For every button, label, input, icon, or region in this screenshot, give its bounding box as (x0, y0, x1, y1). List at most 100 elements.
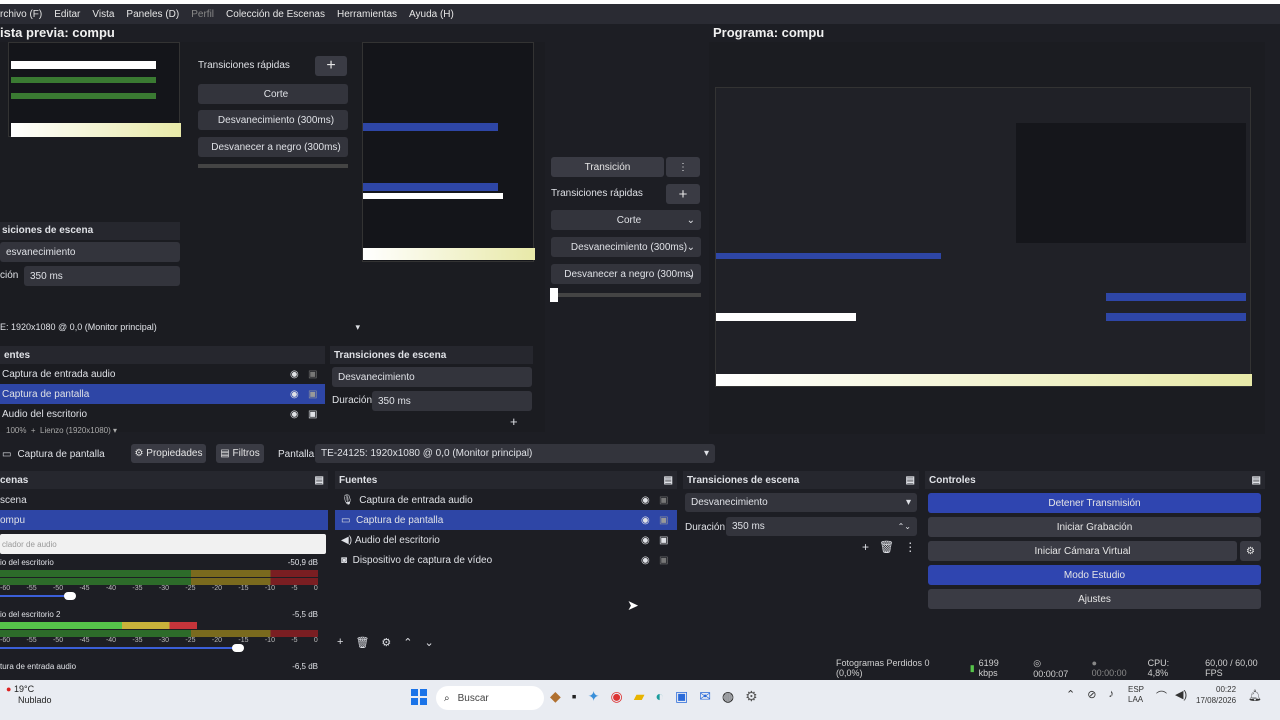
preview-canvas[interactable]: Transiciones rápidas + Corte Desvanecimi… (0, 42, 545, 435)
chevron-up-icon[interactable]: ⌃ (403, 636, 412, 649)
store-icon[interactable]: ▣ (675, 688, 688, 705)
network-icon[interactable]: ⊘ (1087, 688, 1096, 701)
lock-icon[interactable]: ▣ (659, 535, 668, 546)
gear-icon[interactable]: ⚙ (381, 636, 391, 649)
microphone-icon: 🎙︎ (341, 494, 354, 506)
trash-icon[interactable]: 🗑︎ (355, 636, 369, 649)
nested-option-fade[interactable]: Desvanecimiento (300ms) (198, 110, 348, 130)
scene-item[interactable]: scena (0, 490, 328, 510)
add-icon[interactable]: + (862, 540, 869, 554)
language-indicator[interactable]: ESP LAA (1128, 685, 1144, 705)
menu-view[interactable]: Vista (92, 9, 114, 20)
settings-button[interactable]: Ajustes (928, 589, 1261, 609)
wifi-icon[interactable]: ⌒ (1156, 688, 1167, 704)
lock-icon[interactable]: ▣ (659, 495, 668, 506)
add-quick-transition-button[interactable]: + (666, 184, 700, 204)
nested-tbar[interactable] (198, 164, 348, 168)
nested-duration-field[interactable]: 350 ms (24, 266, 180, 286)
nested-fade-select[interactable]: esvanecimiento (0, 242, 180, 262)
mail-icon[interactable]: ✉ (699, 688, 711, 705)
scene-item[interactable]: ompu (0, 510, 328, 530)
lock-icon[interactable]: ▣ (308, 409, 317, 420)
source-row[interactable]: ▭ Captura de pantalla ◉ ▣ (335, 510, 677, 530)
nested-duration-field2[interactable]: 350 ms (372, 391, 532, 411)
menu-tools[interactable]: Herramientas (337, 9, 397, 20)
dock-menu-icon[interactable]: ▤ (664, 475, 673, 486)
lock-icon[interactable]: ▣ (659, 515, 668, 526)
plus-icon[interactable]: + (510, 414, 518, 429)
display-select[interactable]: TE-24125: 1920x1080 @ 0,0 (Monitor princ… (315, 444, 715, 463)
volume-icon[interactable]: ◀) (1175, 688, 1187, 704)
stop-stream-button[interactable]: Detener Transmisión (928, 493, 1261, 513)
copilot-icon[interactable]: ✦ (588, 688, 600, 705)
chrome-icon[interactable]: ◉ (610, 688, 622, 705)
source-row[interactable]: ◙ Dispositivo de captura de vídeo ◉ ▣ (335, 550, 677, 570)
microphone-icon[interactable]: ♪ (1108, 688, 1114, 701)
clock[interactable]: 00:22 17/08/2026 (1196, 684, 1236, 706)
eye-icon[interactable]: ◉ (290, 369, 299, 380)
nested-source-row[interactable]: Captura de entrada audio ◉ ▣ (0, 364, 325, 384)
volume-slider[interactable] (232, 644, 244, 652)
cpu-usage: CPU: 4,8% (1147, 658, 1170, 678)
weather-widget[interactable]: ● 19°C Nublado (6, 684, 52, 706)
dock-menu-icon[interactable]: ▤ (315, 475, 324, 486)
file-explorer-icon[interactable]: ▰ (634, 688, 645, 705)
obs-icon[interactable]: ◍ (722, 688, 734, 705)
menu-scene-collection[interactable]: Colección de Escenas (226, 9, 325, 20)
nested-monitor-select[interactable]: E: 1920x1080 @ 0,0 (Monitor principal) ▾ (0, 318, 360, 336)
edge-icon[interactable]: ◐ (655, 688, 663, 705)
nested-option-cut[interactable]: Corte (198, 84, 348, 104)
nested-option-fade-black[interactable]: Desvanecer a negro (300ms) (198, 137, 348, 157)
quick-option-fade[interactable]: Desvanecimiento (300ms) ⌄ (551, 237, 701, 257)
duration-field[interactable]: 350 ms ⌃⌄ (726, 517, 917, 536)
menu-help[interactable]: Ayuda (H) (409, 9, 454, 20)
nested-source-row[interactable]: Captura de pantalla ◉ ▣ (0, 384, 325, 404)
eye-icon[interactable]: ◉ (641, 555, 650, 566)
dock-menu-icon[interactable]: ▤ (906, 475, 915, 486)
quick-option-fade-black[interactable]: Desvanecer a negro (300ms) ⌄ (551, 264, 701, 284)
windows-start-icon[interactable] (411, 689, 427, 705)
start-recording-button[interactable]: Iniciar Grabación (928, 517, 1261, 537)
filters-button[interactable]: ▤ Filtros (216, 444, 264, 463)
menu-docks[interactable]: Paneles (D) (126, 9, 179, 20)
lock-icon[interactable]: ▣ (659, 555, 668, 566)
dock-menu-icon[interactable]: ▤ (1252, 475, 1261, 486)
notification-icon[interactable]: 🔔︎ (1248, 689, 1262, 702)
lock-icon[interactable]: ▣ (308, 369, 317, 380)
nested-add-quick-button[interactable]: + (315, 56, 347, 76)
trash-icon[interactable]: 🗑︎ (879, 540, 894, 554)
taskbar-search[interactable]: ⌕ Buscar (436, 686, 544, 710)
nested-source-row[interactable]: Audio del escritorio ◉ ▣ (0, 404, 325, 424)
settings-app-icon[interactable]: ⚙ (745, 688, 758, 705)
add-icon[interactable]: + (337, 636, 343, 649)
menu-edit[interactable]: Editar (54, 9, 80, 20)
virtual-camera-button[interactable]: Iniciar Cámara Virtual (928, 541, 1237, 561)
nested-fade2-select[interactable]: Desvanecimiento (332, 367, 532, 387)
tray-chevron-icon[interactable]: ⌃ (1066, 688, 1075, 701)
properties-button[interactable]: ⚙ Propiedades (131, 444, 206, 463)
quick-option-cut[interactable]: Corte ⌄ (551, 210, 701, 230)
transition-menu-icon[interactable]: ⋮ (666, 157, 700, 177)
transition-button[interactable]: Transición (551, 157, 664, 177)
eye-icon[interactable]: ◉ (641, 515, 650, 526)
eye-icon[interactable]: ◉ (290, 389, 299, 400)
source-row[interactable]: 🎙︎ Captura de entrada audio ◉ ▣ (335, 490, 677, 510)
menu-profile[interactable]: Perfil (191, 9, 214, 20)
eye-icon[interactable]: ◉ (641, 495, 650, 506)
studio-mode-button[interactable]: Modo Estudio (928, 565, 1261, 585)
task-view-icon[interactable]: ▪ (572, 688, 577, 705)
source-row[interactable]: ◀) Audio del escritorio ◉ ▣ (335, 530, 677, 550)
gear-icon[interactable]: ⚙ (1240, 541, 1261, 561)
transition-select[interactable]: Desvanecimiento ▾ (685, 493, 917, 512)
transition-tbar[interactable] (551, 293, 701, 297)
eye-icon[interactable]: ◉ (641, 535, 650, 546)
chevron-down-icon[interactable]: ⌄ (425, 636, 434, 649)
widgets-icon[interactable]: ◆ (550, 688, 561, 705)
tbar-handle[interactable] (550, 288, 558, 302)
spinner-icon[interactable]: ⌃⌄ (898, 522, 911, 531)
eye-icon[interactable]: ◉ (290, 409, 299, 420)
menu-file[interactable]: rchivo (F) (0, 9, 42, 20)
volume-slider[interactable] (64, 592, 76, 600)
lock-icon[interactable]: ▣ (308, 389, 317, 400)
more-icon[interactable]: ⋮ (904, 540, 916, 554)
